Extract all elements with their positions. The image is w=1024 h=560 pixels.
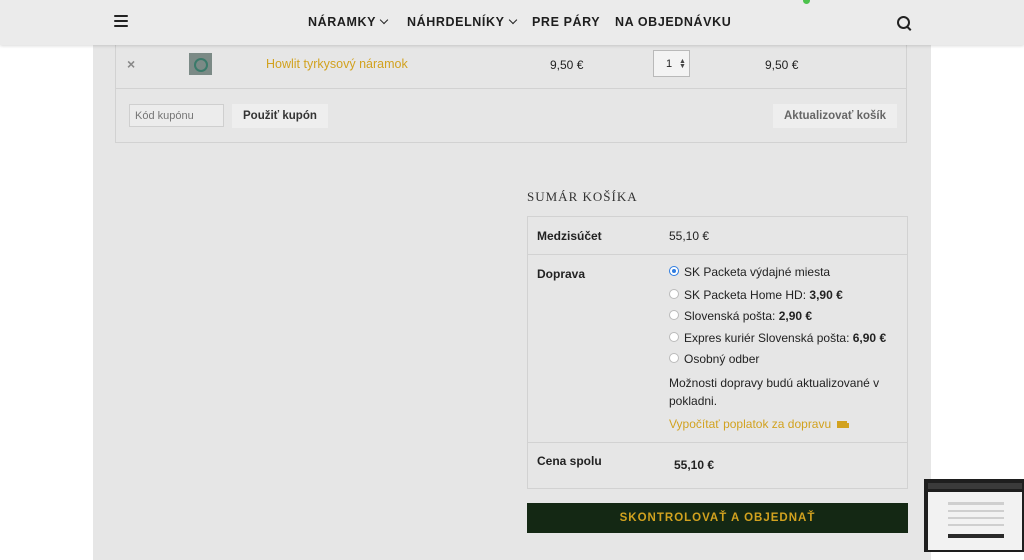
left-margin	[0, 0, 93, 560]
checkout-button[interactable]: SKONTROLOVAŤ A OBJEDNAŤ	[527, 503, 908, 533]
radio[interactable]	[669, 353, 679, 363]
radio-checked[interactable]	[669, 266, 679, 276]
nav-label: NA OBJEDNÁVKU	[615, 15, 732, 29]
row-divider	[528, 254, 907, 255]
nav-label: NÁRAMKY	[308, 15, 377, 29]
shipping-option-slovenska-posta[interactable]: Slovenská pošta: 2,90 €	[669, 309, 812, 323]
remove-item-icon[interactable]: ×	[127, 56, 135, 72]
product-price: 9,50 €	[550, 58, 584, 72]
calculate-shipping-link[interactable]: Vypočítať poplatok za dopravu	[669, 417, 850, 431]
nav-item-nahrdelniky[interactable]: NÁHRDELNÍKY	[407, 15, 517, 29]
chevron-down-icon	[508, 15, 517, 25]
shipping-option-label: Slovenská pošta:	[684, 309, 779, 323]
nav-item-naramky[interactable]: NÁRAMKY	[308, 15, 389, 29]
nav-item-na-objednavku[interactable]: NA OBJEDNÁVKU	[615, 15, 731, 29]
nav-label: NÁHRDELNÍKY	[407, 15, 505, 29]
main-nav: NÁRAMKY NÁHRDELNÍKY PRE PÁRY NA OBJEDNÁV…	[0, 0, 1024, 45]
product-thumbnail[interactable]	[189, 53, 212, 75]
screenshot-preview-thumbnail[interactable]	[924, 479, 1024, 552]
shipping-option-price: 3,90 €	[809, 288, 843, 302]
product-subtotal: 9,50 €	[765, 58, 799, 72]
subtotal-value: 55,10 €	[669, 229, 710, 243]
chevron-down-icon	[379, 15, 389, 25]
shipping-note: Možnosti dopravy budú aktualizované v po…	[669, 376, 880, 408]
truck-icon	[837, 421, 850, 428]
nav-item-pre-pary[interactable]: PRE PÁRY	[532, 15, 600, 29]
shipping-option-personal-pickup[interactable]: Osobný odber	[669, 352, 759, 366]
preview-line	[948, 534, 1004, 538]
shipping-option-label: Osobný odber	[684, 352, 760, 366]
apply-coupon-button[interactable]: Použiť kupón	[232, 104, 328, 128]
radio[interactable]	[669, 289, 679, 299]
coupon-input[interactable]	[129, 104, 224, 127]
total-label: Cena spolu	[537, 454, 602, 468]
shipping-option-packeta-pickup[interactable]: SK Packeta výdajné miesta	[669, 265, 830, 279]
update-cart-button[interactable]: Aktualizovať košík	[773, 104, 898, 128]
preview-line	[948, 502, 1004, 505]
preview-line	[948, 517, 1004, 519]
shipping-option-label: SK Packeta výdajné miesta	[684, 265, 831, 279]
nav-label: PRE PÁRY	[532, 15, 601, 29]
preview-line	[948, 524, 1004, 526]
shipping-option-packeta-home[interactable]: SK Packeta Home HD: 3,90 €	[669, 288, 843, 302]
row-divider	[528, 442, 907, 443]
calculate-shipping-label: Vypočítať poplatok za dopravu	[669, 417, 832, 431]
shipping-option-price: 6,90 €	[852, 331, 887, 345]
shipping-option-label: SK Packeta Home HD:	[684, 288, 810, 302]
shipping-option-express-courier[interactable]: Expres kuriér Slovenská pošta: 6,90 €	[669, 331, 886, 345]
radio[interactable]	[669, 332, 679, 342]
preview-page	[928, 492, 1022, 550]
subtotal-label: Medzisúčet	[537, 229, 602, 243]
shipping-label: Doprava	[537, 267, 586, 281]
site-header: NÁRAMKY NÁHRDELNÍKY PRE PÁRY NA OBJEDNÁV…	[0, 0, 1024, 45]
radio[interactable]	[669, 310, 679, 320]
preview-line	[948, 510, 1004, 512]
search-icon[interactable]	[897, 16, 910, 29]
product-name-link[interactable]: Howlit tyrkysový náramok	[266, 57, 408, 71]
cart-totals-title: SUMÁR KOŠÍKA	[527, 189, 638, 204]
quantity-stepper[interactable]: 1 ▲ ▼	[653, 50, 690, 77]
quantity-value: 1	[666, 58, 673, 70]
spinner-arrows-icon[interactable]: ▲ ▼	[679, 58, 686, 70]
row-divider	[115, 88, 907, 89]
shipping-option-price: 2,90 €	[778, 309, 813, 323]
shipping-option-label: Expres kuriér Slovenská pošta:	[684, 331, 853, 345]
preview-toolbar	[928, 483, 1022, 489]
total-value: 55,10 €	[674, 458, 715, 472]
